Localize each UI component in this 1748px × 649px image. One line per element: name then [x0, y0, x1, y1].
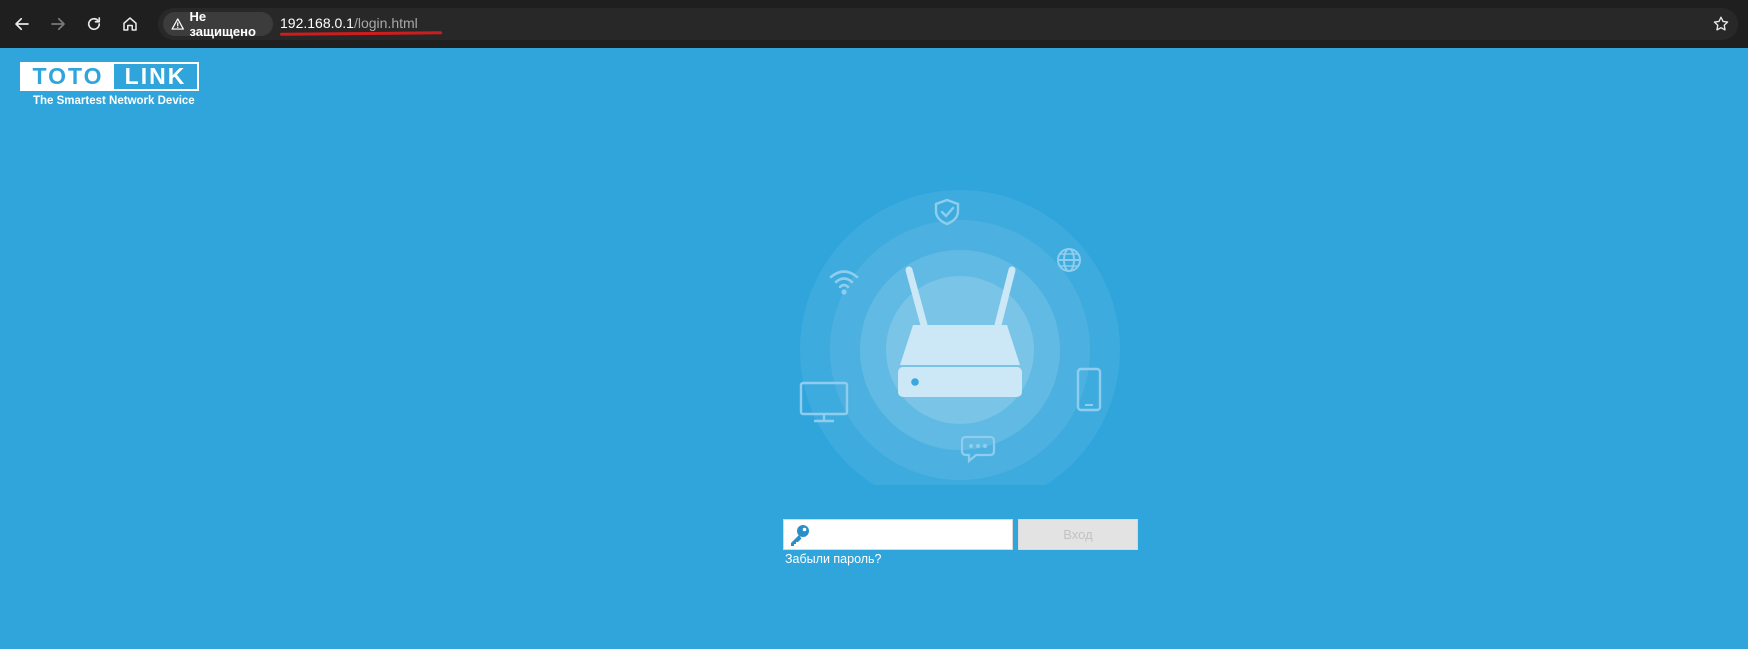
url-path: /login.html: [353, 15, 418, 31]
reload-button[interactable]: [80, 10, 108, 38]
star-icon: [1713, 16, 1729, 31]
url-host: 192.168.0.1: [280, 15, 354, 31]
forward-button[interactable]: [44, 10, 72, 38]
url-text[interactable]: 192.168.0.1/login.html: [280, 15, 418, 31]
reload-icon: [87, 17, 101, 31]
totolink-logo: TOTO LINK: [20, 62, 199, 91]
bookmark-button[interactable]: [1707, 10, 1735, 38]
password-field[interactable]: [783, 519, 1013, 550]
forgot-password-link[interactable]: Забыли пароль?: [785, 552, 882, 566]
back-arrow-icon: [15, 17, 29, 31]
security-label: Не защищено: [189, 9, 256, 39]
warning-icon: [171, 18, 184, 30]
home-icon: [123, 17, 137, 31]
router-illustration: [799, 190, 1120, 485]
back-button[interactable]: [8, 10, 36, 38]
logo-link-text: LINK: [124, 63, 187, 89]
security-chip[interactable]: Не защищено: [163, 9, 273, 39]
home-button[interactable]: [116, 10, 144, 38]
forward-arrow-icon: [51, 17, 65, 31]
password-input[interactable]: [814, 522, 1012, 549]
logo-toto-text: TOTO: [22, 63, 114, 89]
browser-toolbar: Не защищено 192.168.0.1/login.html: [0, 0, 1748, 48]
key-icon: [791, 525, 809, 546]
logo-tagline: The Smartest Network Device: [33, 95, 195, 107]
login-button[interactable]: Вход: [1018, 519, 1138, 550]
